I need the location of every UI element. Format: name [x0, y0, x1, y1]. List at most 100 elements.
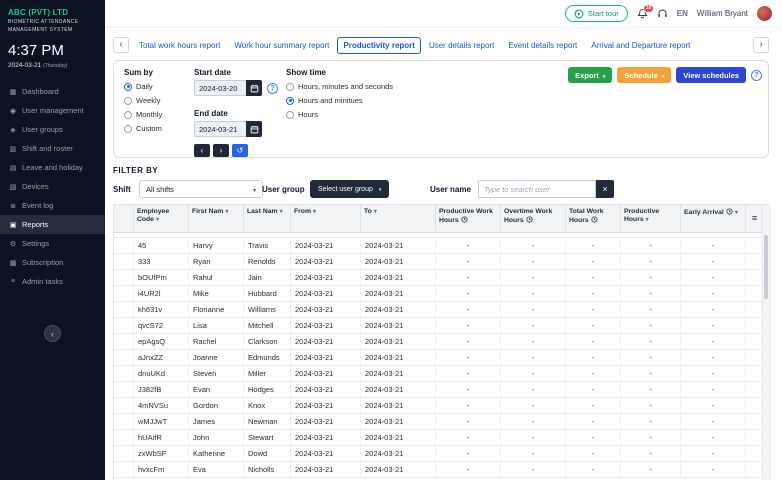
language-selector[interactable]: EN	[677, 9, 688, 18]
prev-date-button[interactable]	[194, 144, 210, 157]
sort-icon[interactable]: ▾	[225, 209, 228, 215]
app-subtitle-line2: MANAGEMENT SYSTEM	[8, 27, 97, 33]
sidebar-item-settings[interactable]: ⚙Settings	[0, 234, 105, 253]
sort-icon[interactable]: ▾	[313, 209, 316, 215]
sidebar-item-label: Reports	[22, 220, 48, 229]
shift-select[interactable]: All shifts	[139, 180, 263, 198]
cell: -	[501, 350, 566, 365]
cell: 45	[134, 238, 189, 253]
column-header-to[interactable]: To▾	[361, 205, 436, 232]
sidebar-item-admin-tasks[interactable]: ≡Admin tasks	[0, 272, 105, 291]
table-row: i4UR2lMikeHubbard2024-03-212024-03-21---…	[114, 286, 764, 302]
avatar[interactable]	[757, 6, 772, 21]
radio-icon[interactable]	[286, 111, 294, 119]
sidebar-item-reports[interactable]: ▣Reports	[0, 215, 105, 234]
sidebar-collapse-button[interactable]	[44, 325, 61, 342]
panel-help-icon[interactable]	[751, 70, 762, 81]
sort-icon[interactable]: ▾	[156, 217, 159, 223]
sum-by-option-daily[interactable]: Daily	[124, 81, 162, 92]
sort-icon[interactable]: ▾	[646, 217, 649, 223]
tab-total-work-hours-report[interactable]: Total work hours report	[133, 37, 226, 54]
column-header-first-nam[interactable]: First Nam▾	[189, 205, 244, 232]
tab-work-hour-summary-report[interactable]: Work hour summary report	[228, 37, 335, 54]
column-header-productive-hours[interactable]: Productive Hours▾	[621, 205, 681, 232]
tab-user-details-report[interactable]: User details report	[423, 37, 500, 54]
sum-by-option-monthly[interactable]: Monthly	[124, 109, 162, 120]
sidebar-item-dashboard[interactable]: ▦Dashboard	[0, 82, 105, 101]
sidebar-item-label: Dashboard	[22, 87, 59, 96]
sum-by-option-custom[interactable]: Custom	[124, 123, 162, 134]
radio-label: Custom	[136, 124, 162, 133]
column-header-total-work-hours[interactable]: Total Work Hours	[566, 205, 621, 232]
radio-icon[interactable]	[124, 83, 132, 91]
sidebar-item-leave-and-holiday[interactable]: ▤Leave and holiday	[0, 158, 105, 177]
radio-icon[interactable]	[124, 125, 132, 133]
column-menu-icon[interactable]: ≡	[749, 208, 760, 228]
tab-event-details-report[interactable]: Event details report	[502, 37, 583, 54]
cell: 2024-03-21	[291, 286, 361, 301]
column-header-early-arrival[interactable]: Early Arrival▾	[681, 205, 746, 232]
cell: aJnxZZ	[134, 350, 189, 365]
reset-date-button[interactable]	[232, 144, 248, 157]
column-header-from[interactable]: From▾	[291, 205, 361, 232]
chevron-down-icon	[379, 186, 382, 193]
schedule-button[interactable]: Schedule	[617, 67, 671, 83]
sidebar-item-user-groups[interactable]: ◈User groups	[0, 120, 105, 139]
sidebar-item-user-management[interactable]: ◉User management	[0, 101, 105, 120]
user-search-input[interactable]	[478, 180, 596, 198]
sort-icon[interactable]: ▾	[374, 209, 377, 215]
cell: -	[566, 318, 621, 333]
radio-icon[interactable]	[124, 97, 132, 105]
sidebar-item-devices[interactable]: ▧Devices	[0, 177, 105, 196]
user-group-select[interactable]: Select user group	[310, 180, 389, 198]
sum-by-option-weekly[interactable]: Weekly	[124, 95, 162, 106]
tab-productivity-report[interactable]: Productivity report	[337, 37, 421, 54]
cell: 2024-03-21	[291, 270, 361, 285]
cell: 2024-03-21	[291, 446, 361, 461]
tabs-scroll-left-button[interactable]	[113, 37, 129, 53]
cell: 2024-03-21	[361, 446, 436, 461]
table-row: bOUfPmRahulJain2024-03-212024-03-21-----	[114, 270, 764, 286]
cell: bOUfPm	[134, 270, 189, 285]
sidebar-item-label: Settings	[22, 239, 49, 248]
sidebar-item-event-log[interactable]: ≣Event log	[0, 196, 105, 215]
show-time-option-hours-minutes-and-seconds[interactable]: Hours, minutes and seconds	[286, 81, 393, 92]
radio-icon[interactable]	[124, 111, 132, 119]
view-schedules-button[interactable]: View schedules	[676, 67, 746, 83]
show-time-option-hours[interactable]: Hours	[286, 109, 393, 120]
topbar: Start tour 10 EN William Bryant	[105, 0, 782, 28]
start-date-calendar-button[interactable]	[246, 80, 262, 96]
show-time-option-hours-and-minitues[interactable]: Hours and minitues	[286, 95, 393, 106]
notifications-button[interactable]: 10	[637, 8, 648, 19]
column-header-last-nam[interactable]: Last Nam▾	[244, 205, 291, 232]
start-date-help-icon[interactable]	[267, 83, 278, 94]
sort-icon[interactable]: ▾	[735, 210, 738, 216]
start-date-input[interactable]	[194, 80, 246, 96]
column-header-label: Employee Code	[137, 208, 169, 223]
column-header-overtime-work-hours[interactable]: Overtime Work Hours	[501, 205, 566, 232]
support-button[interactable]	[657, 8, 668, 19]
cell: -	[681, 270, 746, 285]
tabs-scroll-right-button[interactable]	[753, 37, 769, 53]
sidebar-item-subscription[interactable]: ▩Subscription	[0, 253, 105, 272]
export-button[interactable]: Export	[568, 67, 612, 83]
sidebar-item-shift-and-roster[interactable]: ▥Shift and roster	[0, 139, 105, 158]
radio-icon[interactable]	[286, 83, 294, 91]
next-date-button[interactable]	[213, 144, 229, 157]
column-header-employee-code[interactable]: Employee Code▾	[134, 205, 189, 232]
column-header-productive-work-hours[interactable]: Productive Work Hours	[436, 205, 501, 232]
radio-icon[interactable]	[286, 97, 294, 105]
subscription-icon: ▩	[9, 259, 17, 267]
sort-icon[interactable]: ▾	[280, 209, 283, 215]
scrollbar-thumb[interactable]	[764, 235, 768, 299]
end-date-input[interactable]	[194, 121, 246, 137]
start-tour-button[interactable]: Start tour	[565, 5, 628, 22]
table-scrollbar[interactable]	[762, 205, 769, 480]
cell: 2024-03-21	[291, 334, 361, 349]
user-name[interactable]: William Bryant	[697, 9, 748, 18]
view-schedules-label: View schedules	[683, 71, 739, 80]
tab-arrival-and-departure-report[interactable]: Arrival and Departure report	[585, 37, 696, 54]
clear-search-button[interactable]	[596, 180, 614, 198]
end-date-calendar-button[interactable]	[246, 121, 262, 137]
filter-controls: Shift All shifts User group Select user …	[113, 180, 770, 199]
